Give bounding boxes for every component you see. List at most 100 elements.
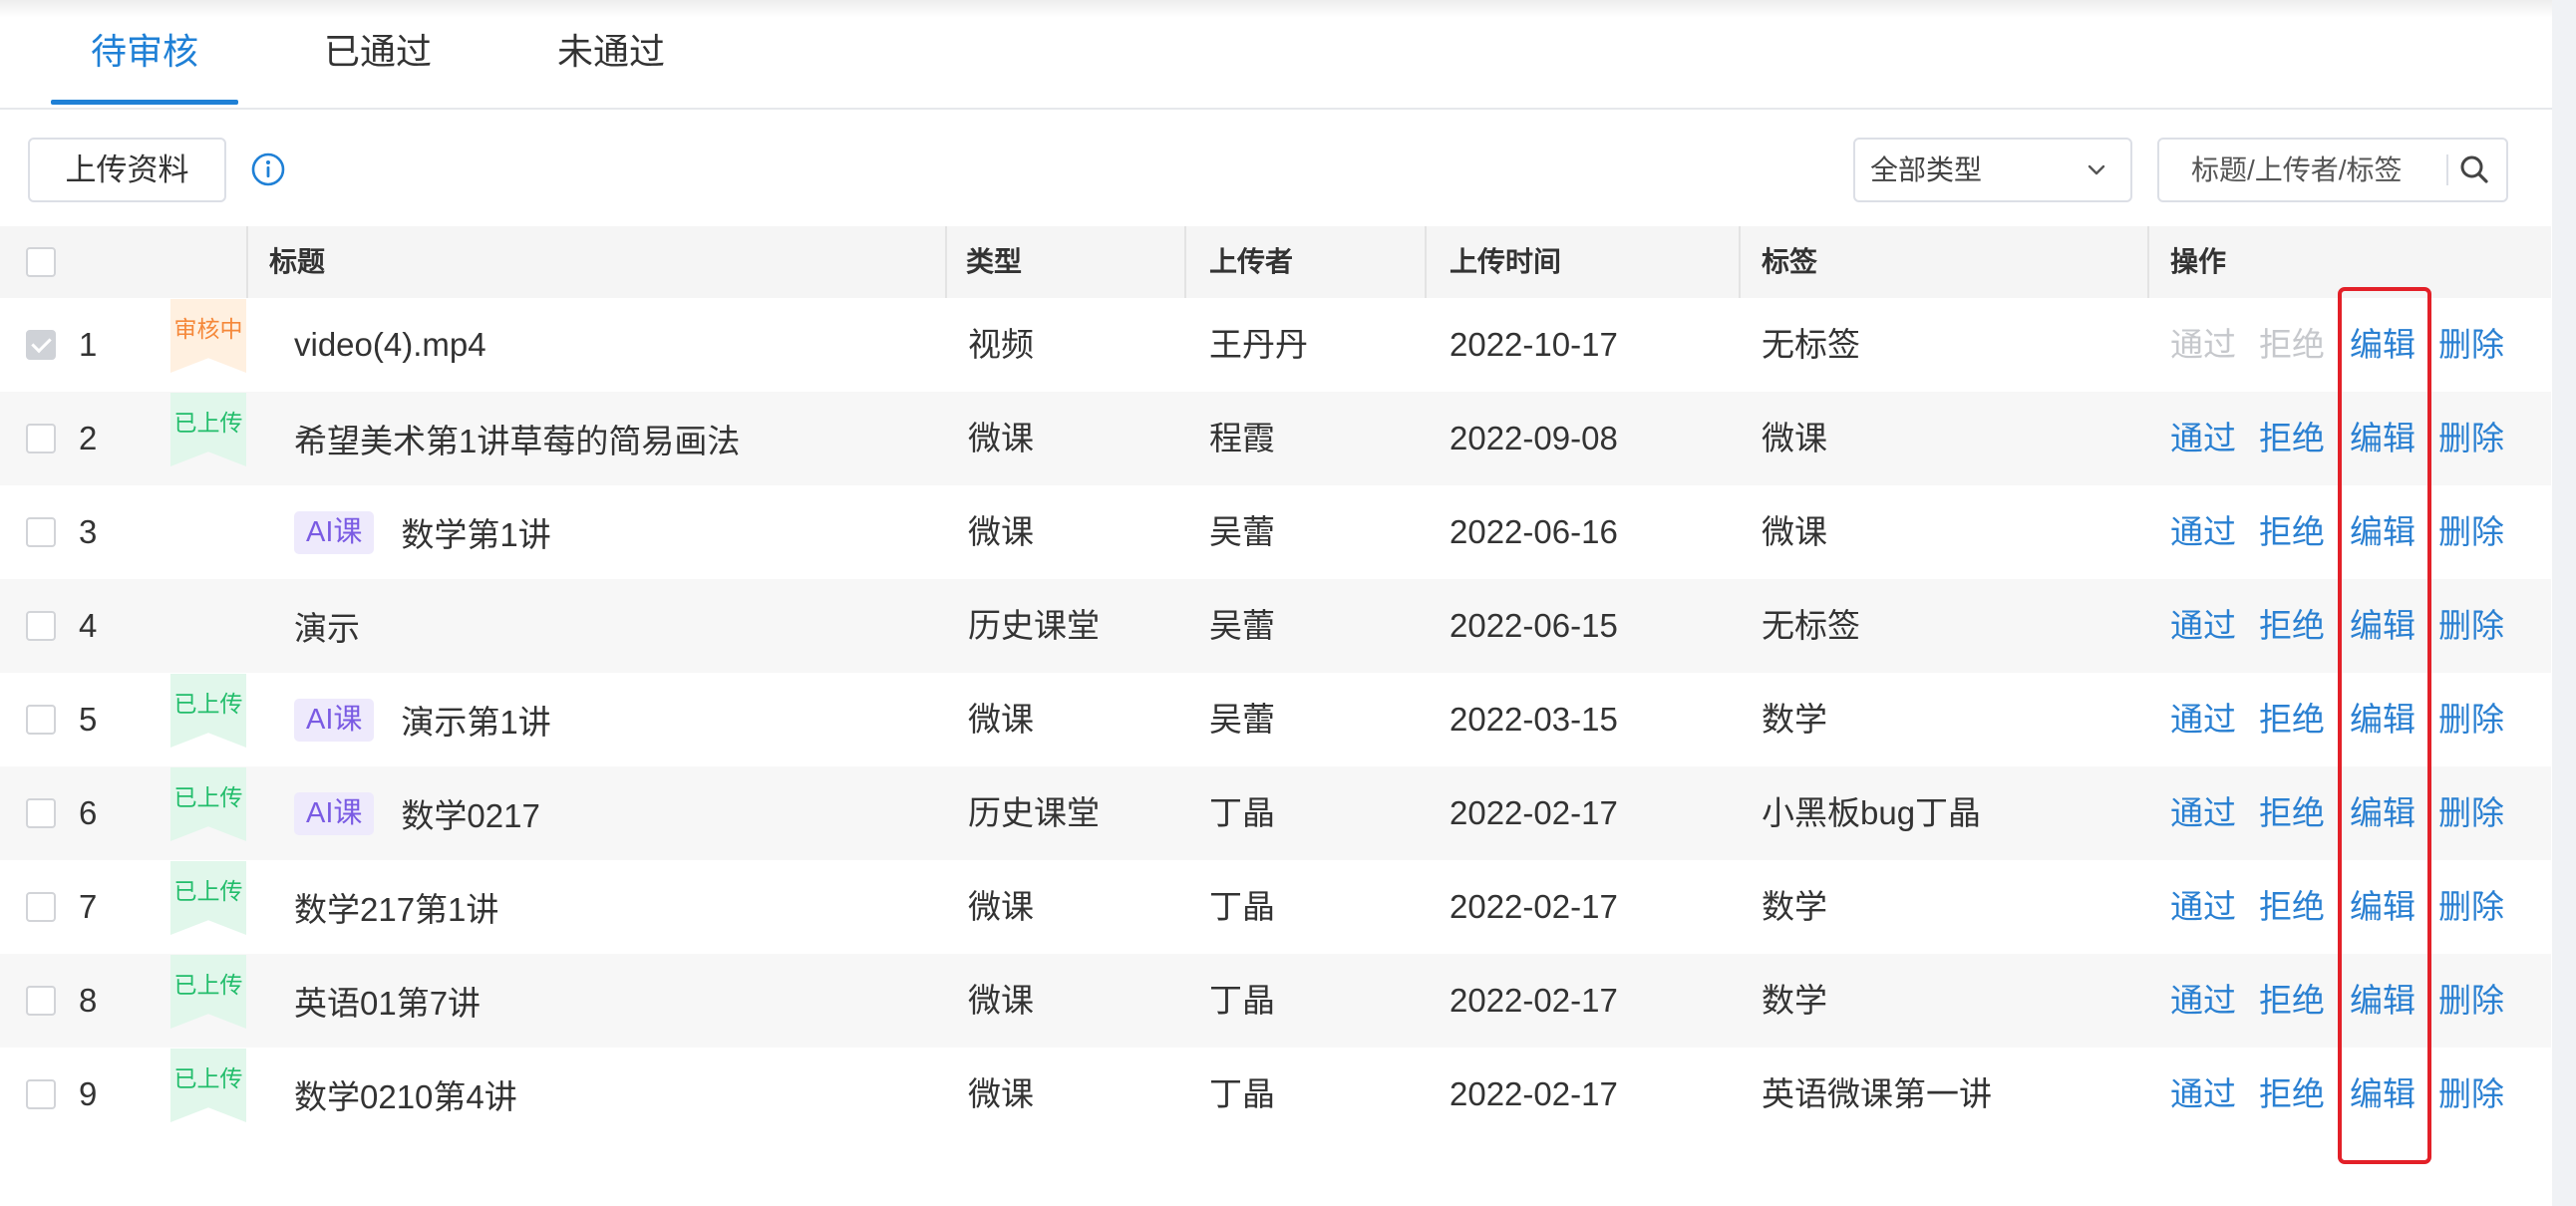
edit-link[interactable]: 编辑 [2350,673,2415,766]
title-cell: AI课 数学0217 [294,766,540,860]
chevron-down-icon [2086,158,2107,180]
scroll-gutter [2552,0,2576,1206]
row-checkbox[interactable] [26,1079,56,1109]
reject-link[interactable]: 拒绝 [2259,485,2325,579]
approve-link[interactable]: 通过 [2170,673,2236,766]
uploader-name: 丁晶 [1209,982,1275,1019]
column-header-type: 类型 [966,246,1023,277]
edit-link[interactable]: 编辑 [2350,298,2415,392]
row-index: 3 [79,513,98,550]
search-input[interactable] [2159,140,2446,200]
row-index: 4 [79,607,98,644]
column-header-tag: 标签 [1762,246,1818,277]
row-checkbox[interactable] [26,986,56,1016]
status-badge: 审核中 [170,299,246,373]
material-title: 希望美术第1讲草莓的简易画法 [294,423,741,459]
material-tag: 无标签 [1762,326,1860,363]
reject-link[interactable]: 拒绝 [2259,860,2325,954]
delete-link[interactable]: 删除 [2438,954,2504,1048]
material-type: 微课 [968,420,1034,456]
material-title: 演示第1讲 [401,704,551,741]
row-checkbox[interactable] [26,517,56,547]
upload-time: 2022-02-17 [1449,888,1618,925]
reject-link[interactable]: 拒绝 [2259,1048,2325,1141]
delete-link[interactable]: 删除 [2438,485,2504,579]
title-cell: 数学217第1讲 [294,860,498,954]
upload-time: 2022-02-17 [1449,982,1618,1019]
row-index: 2 [79,420,98,456]
reject-link[interactable]: 拒绝 [2259,954,2325,1048]
status-badge: 已上传 [170,955,246,1029]
material-tag: 数学 [1762,701,1827,738]
select-all-checkbox[interactable] [26,247,56,277]
ai-course-tag: AI课 [294,698,375,742]
upload-time: 2022-02-17 [1449,794,1618,831]
ai-course-tag: AI课 [294,791,375,835]
tab-rejected[interactable]: 未通过 [557,24,665,80]
type-filter-select[interactable]: 全部类型 [1853,138,2132,202]
reject-link[interactable]: 拒绝 [2259,673,2325,766]
edit-link[interactable]: 编辑 [2350,579,2415,673]
reject-link[interactable]: 拒绝 [2259,392,2325,485]
uploader-name: 吴蕾 [1209,607,1275,644]
table-row: 4 演示 历史课堂 吴蕾 2022-06-15 无标签 通过 拒绝 编辑 删除 [0,579,2551,673]
column-divider [945,226,947,298]
row-index: 7 [79,888,98,925]
edit-link[interactable]: 编辑 [2350,392,2415,485]
material-type: 微课 [968,888,1034,925]
material-type: 历史课堂 [968,794,1100,831]
delete-link[interactable]: 删除 [2438,1048,2504,1141]
approve-link[interactable]: 通过 [2170,579,2236,673]
title-cell: AI课 数学第1讲 [294,485,551,579]
material-tag: 数学 [1762,888,1827,925]
approve-link[interactable]: 通过 [2170,860,2236,954]
row-checkbox [26,330,56,360]
edit-link[interactable]: 编辑 [2350,860,2415,954]
row-checkbox[interactable] [26,611,56,641]
edit-link[interactable]: 编辑 [2350,485,2415,579]
tab-pending-review[interactable]: 待审核 [91,24,198,80]
upload-time: 2022-02-17 [1449,1075,1618,1112]
edit-link[interactable]: 编辑 [2350,1048,2415,1141]
material-title: 演示 [294,610,360,647]
approve-link[interactable]: 通过 [2170,954,2236,1048]
reject-link[interactable]: 拒绝 [2259,766,2325,860]
info-icon[interactable] [250,151,286,187]
delete-link[interactable]: 删除 [2438,766,2504,860]
approve-link[interactable]: 通过 [2170,392,2236,485]
material-tag: 微课 [1762,420,1827,456]
row-checkbox[interactable] [26,892,56,922]
delete-link[interactable]: 删除 [2438,673,2504,766]
uploader-name: 程霞 [1209,420,1275,456]
row-checkbox[interactable] [26,798,56,828]
approve-link[interactable]: 通过 [2170,485,2236,579]
upload-time: 2022-06-15 [1449,607,1618,644]
table-row: 7 已上传 数学217第1讲 微课 丁晶 2022-02-17 数学 通过 拒绝… [0,860,2551,954]
title-cell: 演示 [294,579,360,673]
tab-approved[interactable]: 已通过 [324,24,432,80]
approve-link: 通过 [2170,326,2236,363]
upload-material-button[interactable]: 上传资料 [28,138,226,202]
approve-link[interactable]: 通过 [2170,766,2236,860]
material-type: 微课 [968,1075,1034,1112]
delete-link[interactable]: 删除 [2438,392,2504,485]
ai-course-tag: AI课 [294,510,375,554]
row-checkbox[interactable] [26,424,56,453]
material-title: 数学0217 [401,797,540,834]
delete-link[interactable]: 删除 [2438,860,2504,954]
material-title: 数学217第1讲 [294,891,499,928]
column-header-actions: 操作 [2170,246,2227,277]
search-icon[interactable] [2458,153,2490,185]
edit-link[interactable]: 编辑 [2350,766,2415,860]
toolbar: 上传资料 全部类型 [0,110,2552,226]
row-checkbox[interactable] [26,705,56,735]
table-row: 3 AI课 数学第1讲 微课 吴蕾 2022-06-16 微课 通过 拒绝 编辑… [0,485,2551,579]
table-row: 1 审核中 video(4).mp4 视频 王丹丹 2022-10-17 无标签… [0,298,2551,392]
reject-link[interactable]: 拒绝 [2259,579,2325,673]
edit-link[interactable]: 编辑 [2350,954,2415,1048]
material-tag: 小黑板bug丁晶 [1762,794,1982,831]
delete-link[interactable]: 删除 [2438,579,2504,673]
delete-link[interactable]: 删除 [2438,298,2504,392]
material-tag: 数学 [1762,982,1827,1019]
approve-link[interactable]: 通过 [2170,1048,2236,1141]
